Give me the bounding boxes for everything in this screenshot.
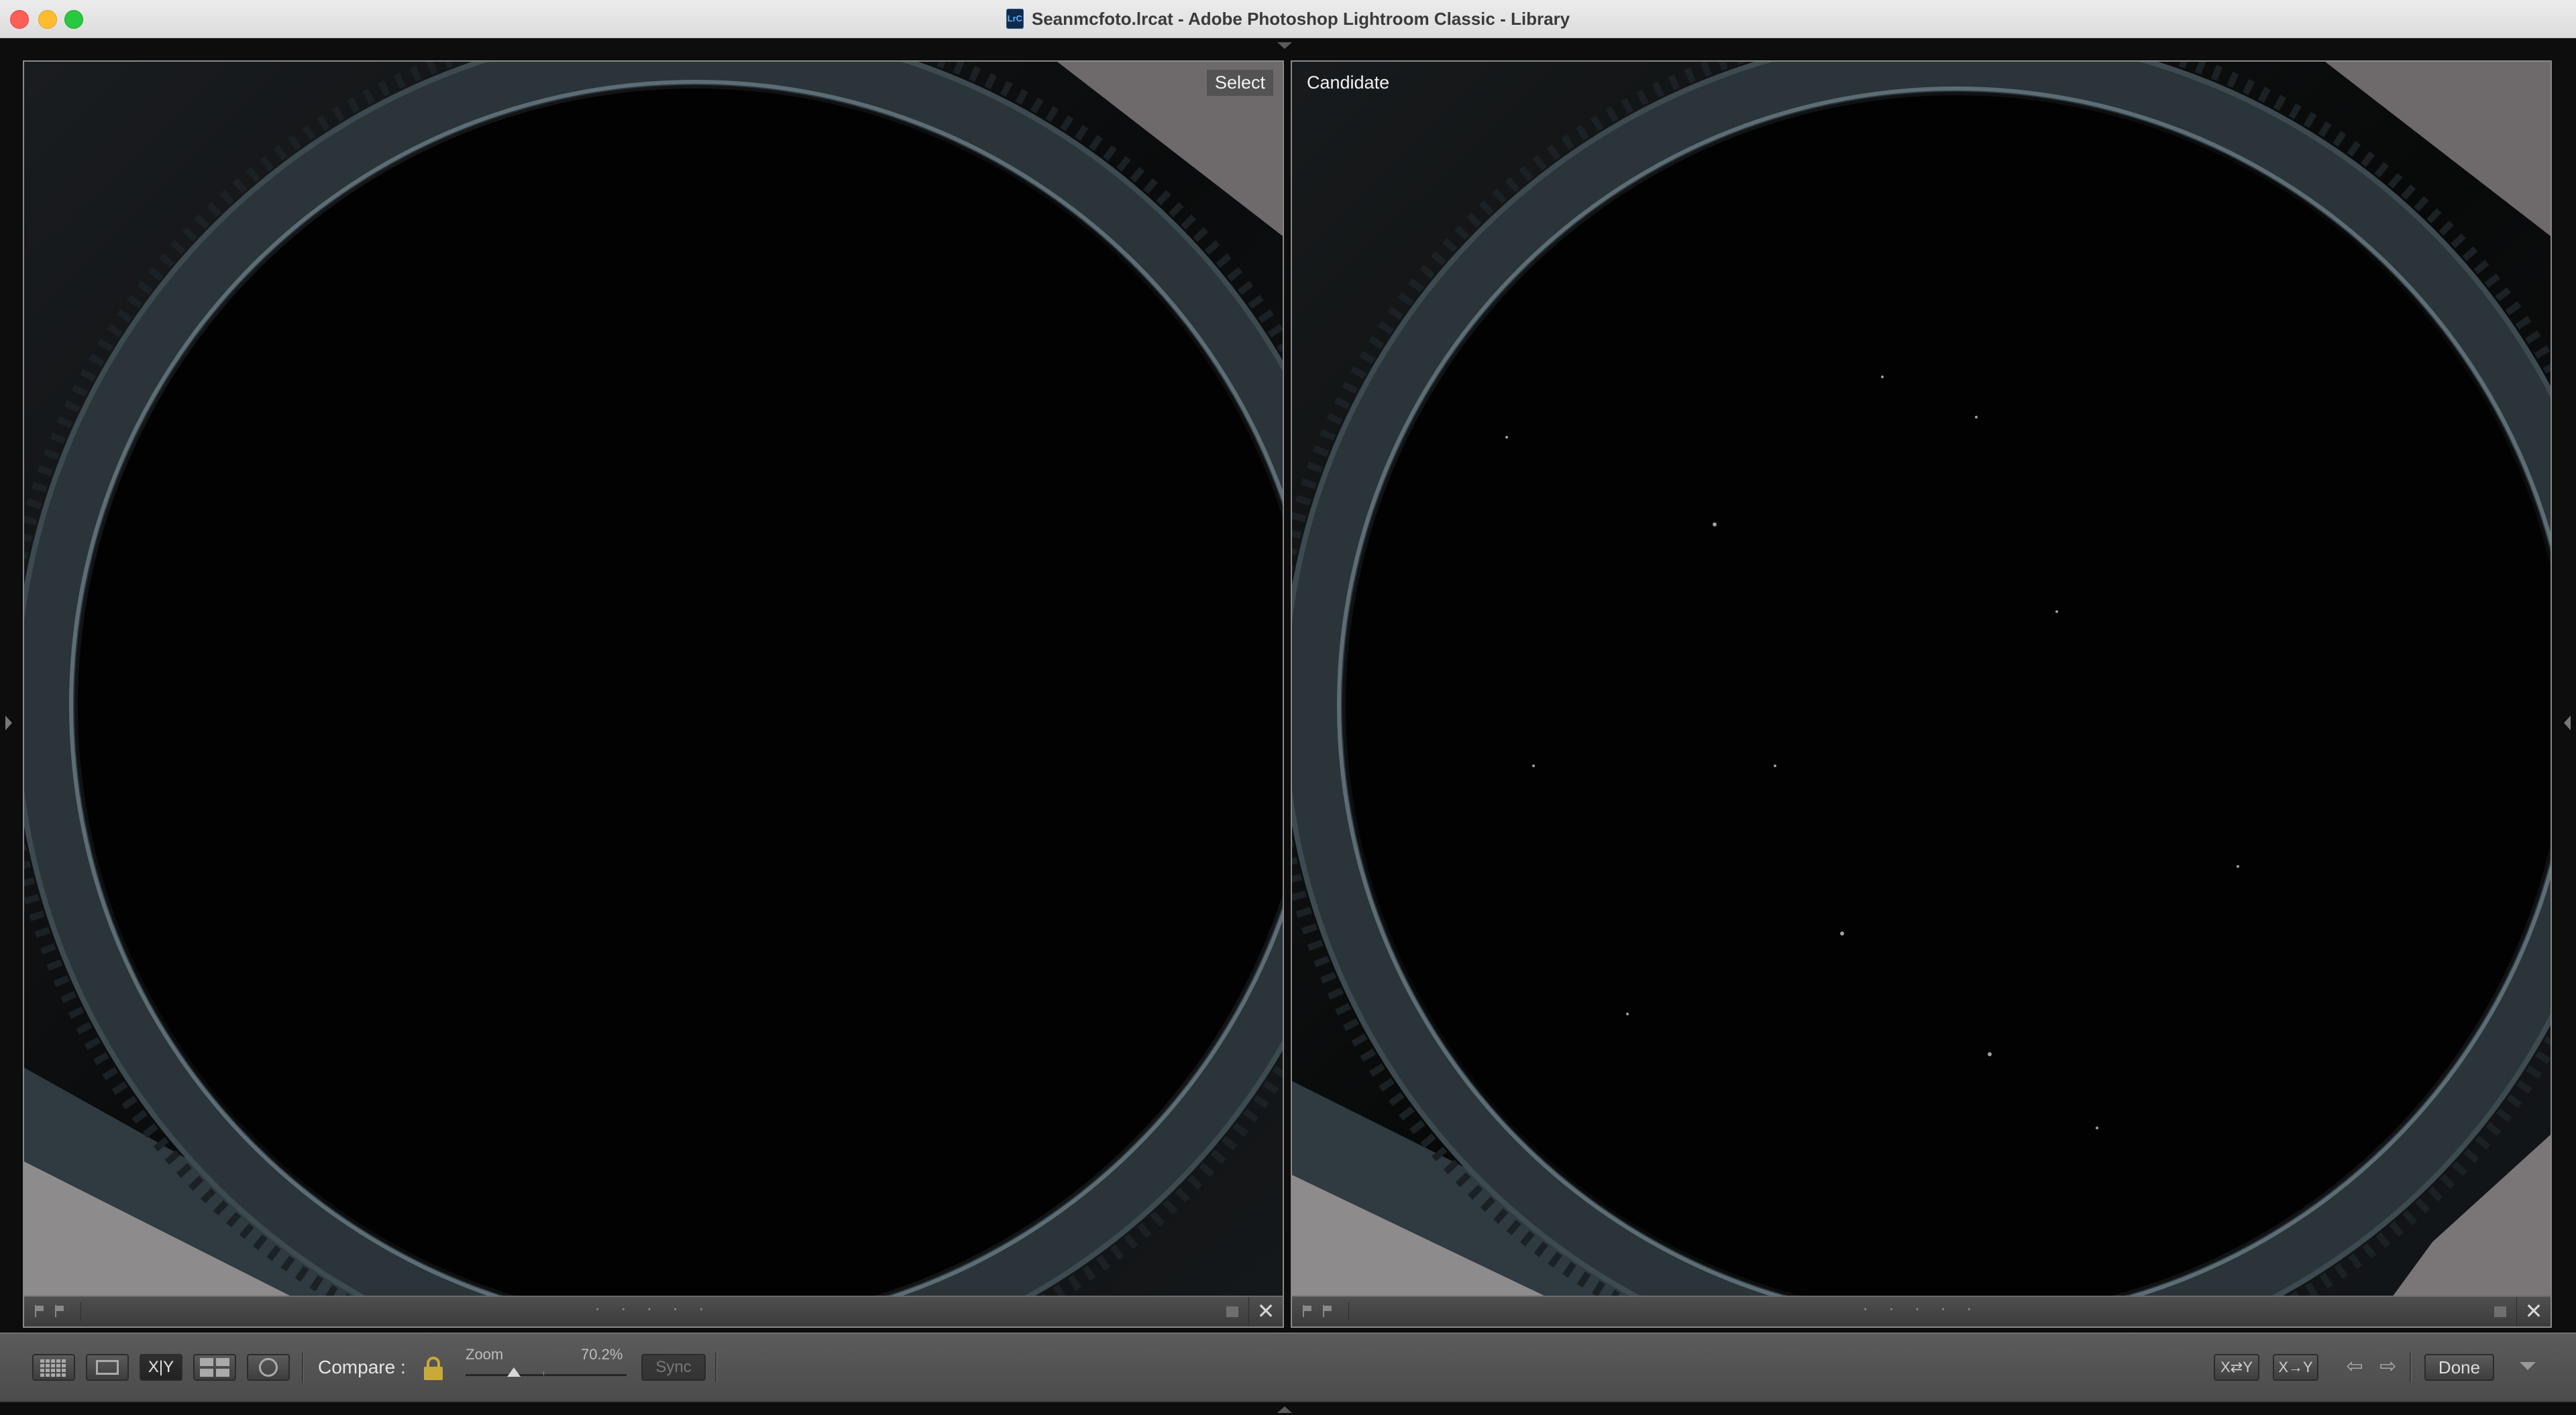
arrow-left-icon[interactable]: ⇦ xyxy=(2344,1357,2365,1377)
compare-view-button[interactable]: X|Y xyxy=(140,1354,182,1381)
grid-view-button[interactable] xyxy=(32,1354,75,1381)
people-icon xyxy=(259,1358,278,1377)
candidate-pane[interactable]: Candidate · · · · · ✕ xyxy=(1291,60,2552,1328)
color-label-icon[interactable] xyxy=(2494,1306,2506,1317)
window-title: Seanmcfoto.lrcat - Adobe Photoshop Light… xyxy=(1031,8,1570,29)
zoom-label: Zoom xyxy=(466,1346,504,1363)
select-pane-footer: · · · · · ✕ xyxy=(24,1296,1283,1326)
sync-button[interactable]: Sync xyxy=(641,1354,706,1381)
compare-toolbar: X|Y Compare : Zoom 70.2% Sync X⇄Y X→Y ⇦ … xyxy=(0,1333,2576,1402)
select-pane[interactable]: Select · · · · · ✕ xyxy=(23,60,1284,1328)
select-label: Select xyxy=(1206,70,1273,96)
candidate-photo[interactable] xyxy=(1292,62,2551,1297)
zoom-slider[interactable] xyxy=(466,1374,627,1376)
lock-icon[interactable] xyxy=(423,1357,444,1381)
work-area: Select · · · · · ✕ Candidate · · · · · ✕… xyxy=(0,38,2576,1415)
zoom-slider-thumb[interactable] xyxy=(507,1367,521,1377)
toolbar-divider xyxy=(715,1353,717,1382)
top-panel-toggle-icon[interactable] xyxy=(1277,42,1292,49)
star-rating[interactable]: · · · · · xyxy=(1292,1300,2551,1318)
candidate-label: Candidate xyxy=(1307,72,1390,93)
window-title-group: LrC Seanmcfoto.lrcat - Adobe Photoshop L… xyxy=(0,0,2576,38)
swap-button[interactable]: X⇄Y xyxy=(2214,1354,2259,1381)
color-label-icon[interactable] xyxy=(1226,1306,1238,1317)
right-panel-toggle-icon[interactable] xyxy=(2564,716,2571,730)
toolbar-divider xyxy=(302,1353,304,1382)
candidate-photo-image xyxy=(1292,62,2551,1297)
survey-icon xyxy=(200,1358,229,1377)
survey-view-button[interactable] xyxy=(193,1354,236,1381)
toolbar-divider xyxy=(2410,1353,2412,1382)
zoom-slider-tick xyxy=(543,1371,544,1375)
select-photo-image xyxy=(24,62,1283,1297)
select-close-button[interactable]: ✕ xyxy=(1248,1297,1283,1326)
loupe-view-button[interactable] xyxy=(86,1354,129,1381)
bottom-panel-toggle-icon[interactable] xyxy=(1277,1406,1292,1413)
lightroom-app-icon: LrC xyxy=(1006,9,1024,29)
people-view-button[interactable] xyxy=(247,1354,290,1381)
candidate-close-button[interactable]: ✕ xyxy=(2516,1297,2551,1326)
star-rating[interactable]: · · · · · xyxy=(24,1300,1283,1318)
arrow-right-icon[interactable]: ⇨ xyxy=(2377,1357,2399,1377)
zoom-value: 70.2% xyxy=(581,1346,623,1363)
select-photo[interactable] xyxy=(24,62,1283,1297)
make-select-button[interactable]: X→Y xyxy=(2273,1354,2318,1381)
loupe-icon xyxy=(96,1360,119,1375)
candidate-pane-footer: · · · · · ✕ xyxy=(1292,1296,2551,1326)
compare-icon: X|Y xyxy=(148,1358,174,1376)
done-button[interactable]: Done xyxy=(2424,1354,2494,1381)
grid-icon xyxy=(40,1358,67,1377)
compare-label: Compare : xyxy=(318,1357,406,1377)
left-panel-toggle-icon[interactable] xyxy=(5,716,12,730)
title-bar: LrC Seanmcfoto.lrcat - Adobe Photoshop L… xyxy=(0,0,2576,38)
toolbar-options-chevron-icon[interactable] xyxy=(2520,1362,2536,1370)
